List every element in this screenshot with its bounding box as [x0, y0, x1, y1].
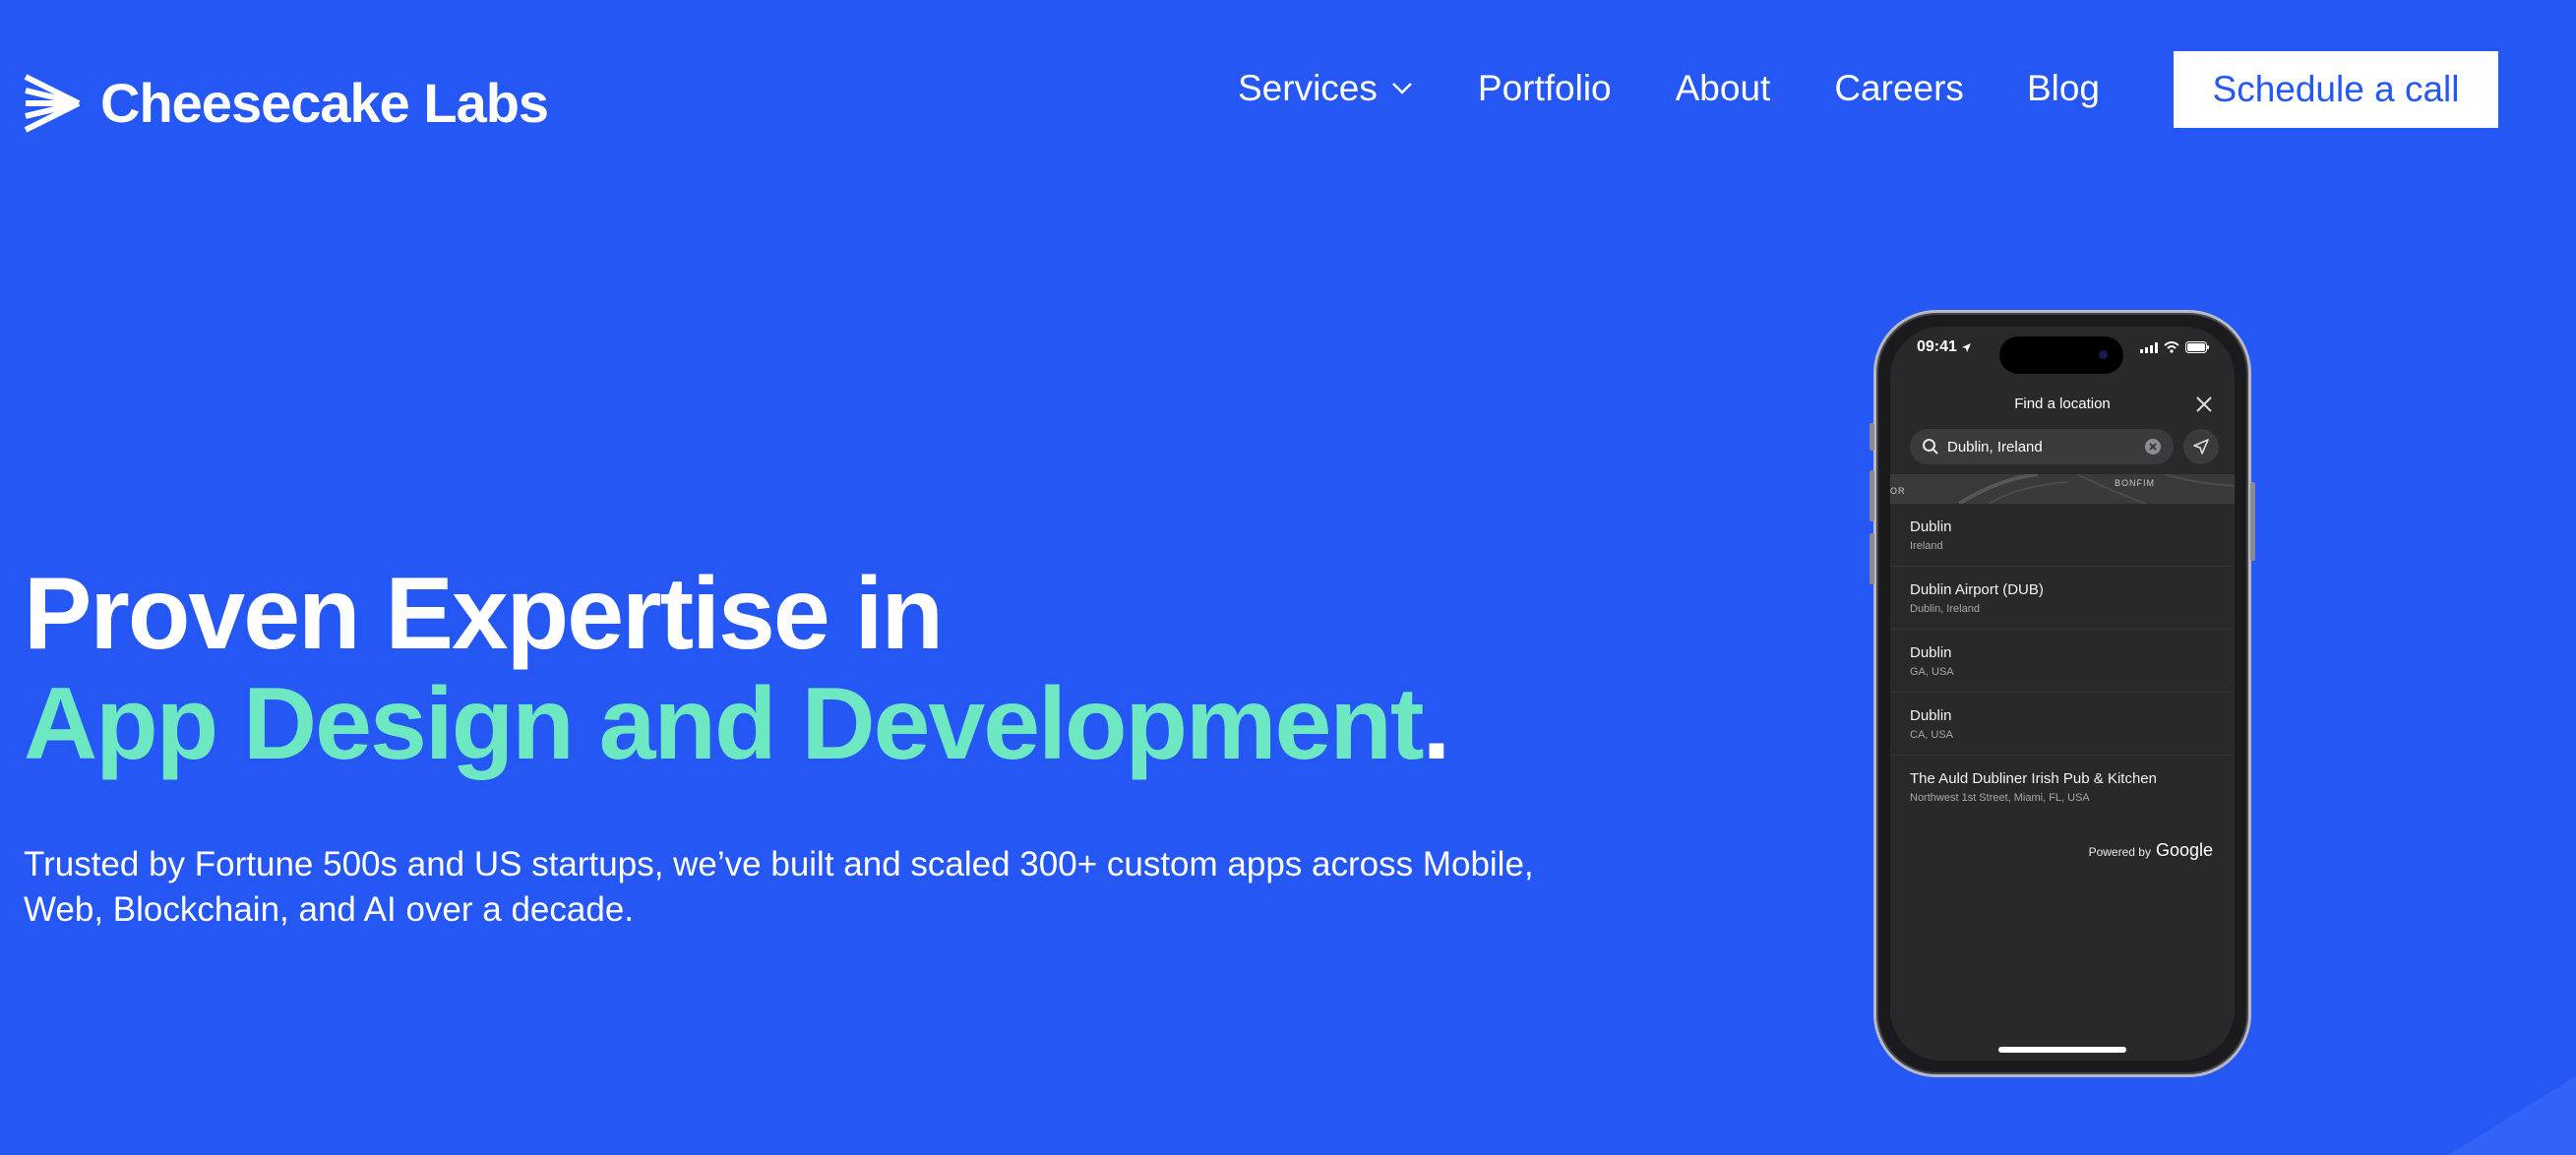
location-arrow-icon	[1961, 342, 1971, 352]
result-name: Dublin Airport (DUB)	[1910, 580, 2044, 598]
powered-by-google: Powered by Google	[2089, 840, 2213, 861]
list-item[interactable]: Dublin GA, USA	[1890, 630, 2235, 693]
result-subtitle: GA, USA	[1910, 665, 1954, 678]
nav-portfolio[interactable]: Portfolio	[1478, 68, 1612, 109]
map-preview: OR BONFIM	[1890, 474, 2235, 504]
nav-about[interactable]: About	[1676, 68, 1771, 109]
brand-name: Cheesecake Labs	[100, 72, 549, 134]
result-subtitle: CA, USA	[1910, 728, 1954, 741]
nav-careers[interactable]: Careers	[1834, 68, 1964, 109]
map-label-right: BONFIM	[2115, 478, 2155, 488]
hero-subtitle: Trusted by Fortune 500s and US startups,…	[24, 845, 1534, 929]
result-name: Dublin	[1910, 517, 1952, 535]
decorative-corner-shape	[2448, 1076, 2576, 1155]
main-nav: Services Portfolio About Careers Blog	[1238, 59, 2100, 118]
list-item[interactable]: Dublin Ireland	[1890, 504, 2235, 567]
hero-title-accent: App Design and Development	[24, 667, 1425, 781]
chevron-down-icon	[1392, 83, 1412, 94]
search-icon	[1923, 439, 1938, 455]
google-logo: Google	[2155, 840, 2213, 860]
schedule-call-button[interactable]: Schedule a call	[2174, 51, 2498, 128]
result-subtitle: Dublin, Ireland	[1910, 602, 1980, 615]
location-results: Dublin Ireland Dublin Airport (DUB) Dubl…	[1890, 504, 2235, 819]
powered-by-label: Powered by	[2088, 845, 2151, 859]
phone-volume-up	[1870, 470, 1874, 521]
close-icon[interactable]	[2195, 395, 2213, 413]
status-time-text: 09:41	[1917, 338, 1957, 355]
list-item[interactable]: Dublin CA, USA	[1890, 693, 2235, 756]
result-name: The Auld Dubliner Irish Pub & Kitchen	[1910, 770, 2157, 787]
signal-icon	[2140, 341, 2158, 353]
phone-mockup: 09:41 Find a location Dublin, Ireland OR…	[1870, 310, 2255, 1077]
location-search-field[interactable]: Dublin, Ireland	[1910, 429, 2174, 464]
map-label-left: OR	[1890, 486, 1906, 496]
brand-logo[interactable]: Cheesecake Labs	[22, 71, 549, 135]
current-location-button[interactable]	[2183, 429, 2219, 464]
cheesecake-labs-logo-icon	[24, 73, 81, 133]
hero-title-period: .	[1422, 667, 1451, 781]
map-roads	[1957, 474, 2235, 504]
list-item[interactable]: The Auld Dubliner Irish Pub & Kitchen No…	[1890, 756, 2235, 819]
hero-title-line1: Proven Expertise in	[24, 557, 944, 671]
list-item[interactable]: Dublin Airport (DUB) Dublin, Ireland	[1890, 567, 2235, 630]
navigation-arrow-icon	[2193, 439, 2209, 455]
result-name: Dublin	[1910, 706, 1952, 724]
nav-services[interactable]: Services	[1238, 68, 1413, 109]
home-indicator	[1998, 1047, 2126, 1053]
phone-screen: 09:41 Find a location Dublin, Ireland OR…	[1890, 327, 2235, 1061]
camera-dot	[2099, 350, 2108, 359]
phone-action-button	[1870, 423, 1874, 451]
status-bar-time: 09:41	[1917, 338, 1972, 356]
dynamic-island	[1999, 336, 2123, 374]
nav-services-label: Services	[1238, 68, 1378, 108]
wifi-icon	[2164, 341, 2179, 353]
result-subtitle: Northwest 1st Street, Miami, FL, USA	[1910, 792, 2090, 804]
result-name: Dublin	[1910, 643, 1952, 661]
phone-volume-down	[1870, 533, 1874, 584]
hero-title: Proven Expertise in App Design and Devel…	[24, 557, 1451, 781]
nav-blog[interactable]: Blog	[2027, 68, 2100, 109]
clear-search-icon[interactable]	[2144, 438, 2162, 456]
phone-power-button	[2250, 482, 2255, 561]
search-input-value: Dublin, Ireland	[1947, 438, 2043, 456]
hero-title-line2: App Design and Development.	[24, 667, 1451, 781]
result-subtitle: Ireland	[1910, 539, 1943, 552]
battery-icon	[2185, 341, 2209, 353]
modal-title: Find a location	[2014, 395, 2111, 412]
status-icons	[2140, 341, 2209, 353]
